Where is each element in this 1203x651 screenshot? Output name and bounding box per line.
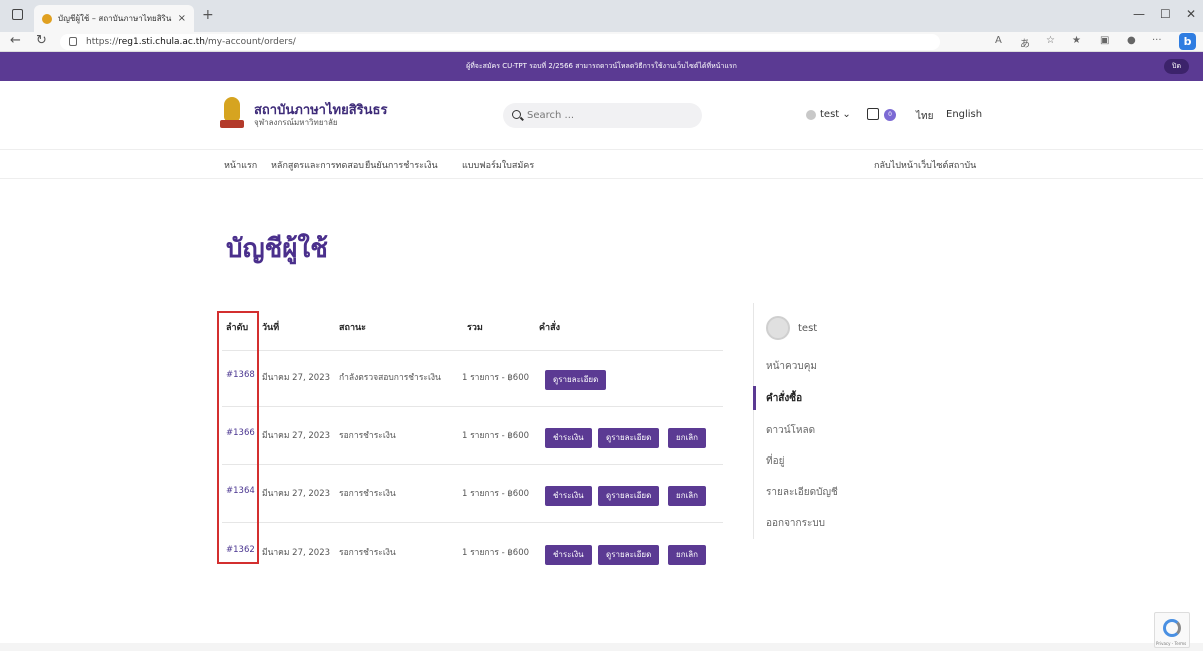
order-status: รอการชำระเงิน [339,548,396,558]
url-field[interactable]: https://reg1.sti.chula.ac.th/my-account/… [60,34,940,50]
lock-icon [69,37,77,46]
order-date: มีนาคม 27, 2023 [262,548,331,558]
view-details-button[interactable]: ดูรายละเอียด [598,486,660,506]
new-tab-icon[interactable]: + [202,7,214,23]
order-date: มีนาคม 27, 2023 [262,489,331,499]
header-divider [222,350,723,351]
pay-button[interactable]: ชำระเงิน [545,545,592,565]
tab-title: บัญชีผู้ใช้ – สถาบันภาษาไทยสิรินธร [58,14,172,23]
pay-button[interactable]: ชำระเงิน [545,428,592,448]
sidebar-avatar [766,316,790,340]
cancel-order-button[interactable]: ยกเลิก [668,486,707,506]
user-menu[interactable]: test ⌄ [806,109,851,120]
order-status: รอการชำระเงิน [339,489,396,499]
crest-base [220,120,244,128]
order-total: 1 รายการ - ฿600 [462,373,530,383]
announcement-bar: ผู้ที่จะสมัคร CU-TPT รอบที่ 2/2566 สามาร… [0,52,1203,81]
browser-tab-bar: บัญชีผู้ใช้ – สถาบันภาษาไทยสิรินธร × + —… [0,0,1203,32]
footer-strip [0,643,1203,651]
recaptcha-text: Privacy - Terms [1156,641,1187,646]
read-aloud-icon[interactable]: A [995,35,1002,46]
bing-icon[interactable]: b [1179,33,1196,50]
favorites-icon[interactable]: ★ [1072,35,1081,46]
more-icon[interactable]: ··· [1152,35,1162,46]
menu-item-payment-confirm[interactable]: ยืนยันการชำระเงิน [365,158,438,172]
cart-icon[interactable] [867,108,879,120]
menu-item-home[interactable]: หน้าแรก [224,158,257,172]
order-status: รอการชำระเงิน [339,431,396,441]
sidebar-username: test [798,323,818,334]
cancel-order-button[interactable]: ยกเลิก [668,428,707,448]
col-header-date: วันที่ [262,323,280,333]
order-total: 1 รายการ - ฿600 [462,489,530,499]
collections-icon[interactable]: ▣ [1100,35,1109,46]
cancel-order-button[interactable]: ยกเลิก [668,545,707,565]
announcement-text: ผู้ที่จะสมัคร CU-TPT รอบที่ 2/2566 สามาร… [466,62,737,70]
search-placeholder: Search ... [527,110,575,121]
order-total: 1 รายการ - ฿600 [462,548,530,558]
order-status: กำลังตรวจสอบการชำระเงิน [339,373,441,383]
url-prefix: https:// [86,37,119,47]
highlight-box [217,311,259,564]
page-title: บัญชีผู้ใช้ [226,234,328,264]
lang-english-link[interactable]: English [946,109,982,120]
sidebar-item-dashboard[interactable]: หน้าควบคุม [766,359,817,374]
maximize-icon[interactable]: ☐ [1160,7,1171,21]
sidebar-item-logout[interactable]: ออกจากระบบ [766,516,825,531]
address-bar: ← ↻ https://reg1.sti.chula.ac.th/my-acco… [0,32,1203,52]
sidebar-item-addresses[interactable]: ที่อยู่ [766,454,784,469]
site-logo[interactable] [218,94,246,130]
url-path: /my-account/orders/ [204,37,296,47]
announcement-close-button[interactable]: ปิด [1164,59,1189,74]
sidebar-item-account-details[interactable]: รายละเอียดบัญชี [766,485,838,500]
col-header-actions: คำสั่ง [539,323,560,333]
avatar [806,109,816,120]
sidebar-item-orders[interactable]: คำสั่งซื้อ [766,391,802,406]
browser-tab[interactable]: บัญชีผู้ใช้ – สถาบันภาษาไทยสิรินธร × [34,5,194,32]
menu-item-courses[interactable]: หลักสูตรและการทดสอบ [271,158,364,172]
menu-divider-bottom [0,178,1203,179]
close-window-icon[interactable]: ✕ [1186,7,1196,21]
menu-divider-top [0,149,1203,150]
translate-icon[interactable]: あ [1020,35,1030,50]
pay-button[interactable]: ชำระเงิน [545,486,592,506]
cart-count-badge: 0 [884,109,896,121]
site-favicon-icon [42,13,52,24]
back-icon[interactable]: ← [10,33,21,48]
tab-actions-icon[interactable] [12,9,23,20]
row-divider [222,406,723,407]
menu-item-back-to-institute[interactable]: กลับไปหน้าเว็บไซต์สถาบัน [874,158,976,172]
search-icon [512,110,521,119]
view-details-button[interactable]: ดูรายละเอียด [545,370,607,390]
url-host: reg1.sti.chula.ac.th [118,37,205,47]
refresh-icon[interactable]: ↻ [36,33,47,48]
row-divider [222,464,723,465]
crest-icon [224,97,240,121]
view-details-button[interactable]: ดูรายละเอียด [598,545,660,565]
order-date: มีนาคม 27, 2023 [262,431,331,441]
sidebar-active-indicator [753,386,756,410]
order-total: 1 รายการ - ฿600 [462,431,530,441]
recaptcha-icon [1163,619,1181,637]
brand-subtitle: จุฬาลงกรณ์มหาวิทยาลัย [254,118,338,127]
sidebar-item-downloads[interactable]: ดาวน์โหลด [766,423,815,438]
row-divider [222,522,723,523]
menu-item-application-form[interactable]: แบบฟอร์มใบสมัคร [462,158,534,172]
search-input[interactable]: Search ... [503,103,702,128]
tab-close-icon[interactable]: × [178,13,186,24]
col-header-total: รวม [467,323,483,333]
user-menu-label: test ⌄ [820,109,851,120]
col-header-status: สถานะ [339,323,366,333]
view-details-button[interactable]: ดูรายละเอียด [598,428,660,448]
recaptcha-badge[interactable]: Privacy - Terms [1154,612,1190,648]
sidebar-divider [753,303,754,539]
minimize-icon[interactable]: — [1133,7,1145,21]
order-date: มีนาคม 27, 2023 [262,373,331,383]
profile-icon[interactable]: ● [1127,35,1136,46]
favorite-add-icon[interactable]: ☆ [1046,35,1055,46]
lang-thai-link[interactable]: ไทย [916,109,933,124]
